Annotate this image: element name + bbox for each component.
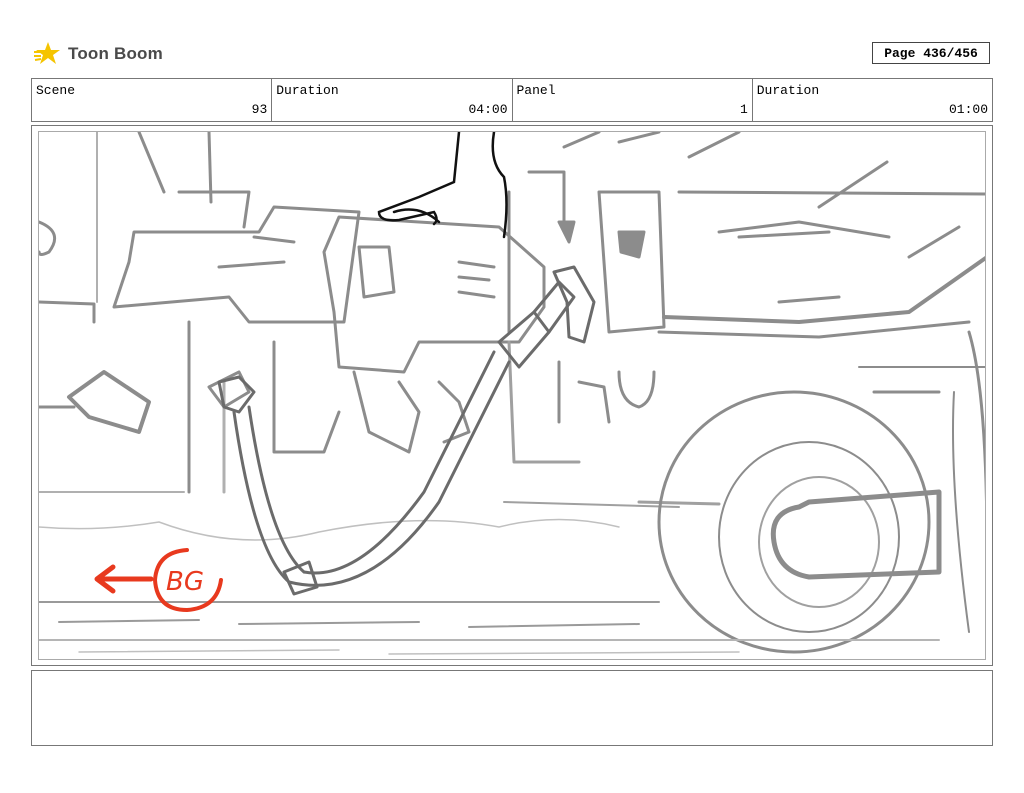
panel-frame: BG — [31, 125, 993, 666]
panel-duration-value: 01:00 — [948, 102, 988, 117]
panel-label: Panel — [516, 83, 556, 98]
bg-annotation-text: BG — [166, 567, 204, 597]
scene-duration-label: Duration — [276, 83, 339, 98]
panel-notes — [31, 670, 993, 746]
panel-image: BG — [38, 131, 986, 660]
page-counter-label: Page 436/456 — [884, 45, 978, 61]
logo-text: Toon Boom — [68, 44, 163, 63]
scene-cell: Scene 93 — [32, 79, 273, 121]
panel-duration-label: Duration — [756, 83, 820, 98]
scene-label: Scene — [36, 83, 76, 98]
page-counter: Page 436/456 — [872, 42, 990, 64]
scene-duration-value: 04:00 — [468, 102, 508, 117]
panel-value: 1 — [739, 102, 748, 117]
panel-cell: Panel 1 — [513, 79, 753, 121]
scene-duration-cell: Duration 04:00 — [272, 79, 513, 121]
storyboard-sketch: BG — [39, 132, 985, 655]
scene-value: 93 — [251, 102, 268, 117]
panel-duration-cell: Duration 01:00 — [753, 79, 992, 121]
toon-boom-star-icon — [34, 42, 60, 64]
toon-boom-logo: Toon Boom — [34, 38, 164, 70]
storyboard-header: Scene 93 Duration 04:00 Panel 1 Duration… — [31, 78, 993, 122]
hand-sketch — [377, 132, 508, 239]
